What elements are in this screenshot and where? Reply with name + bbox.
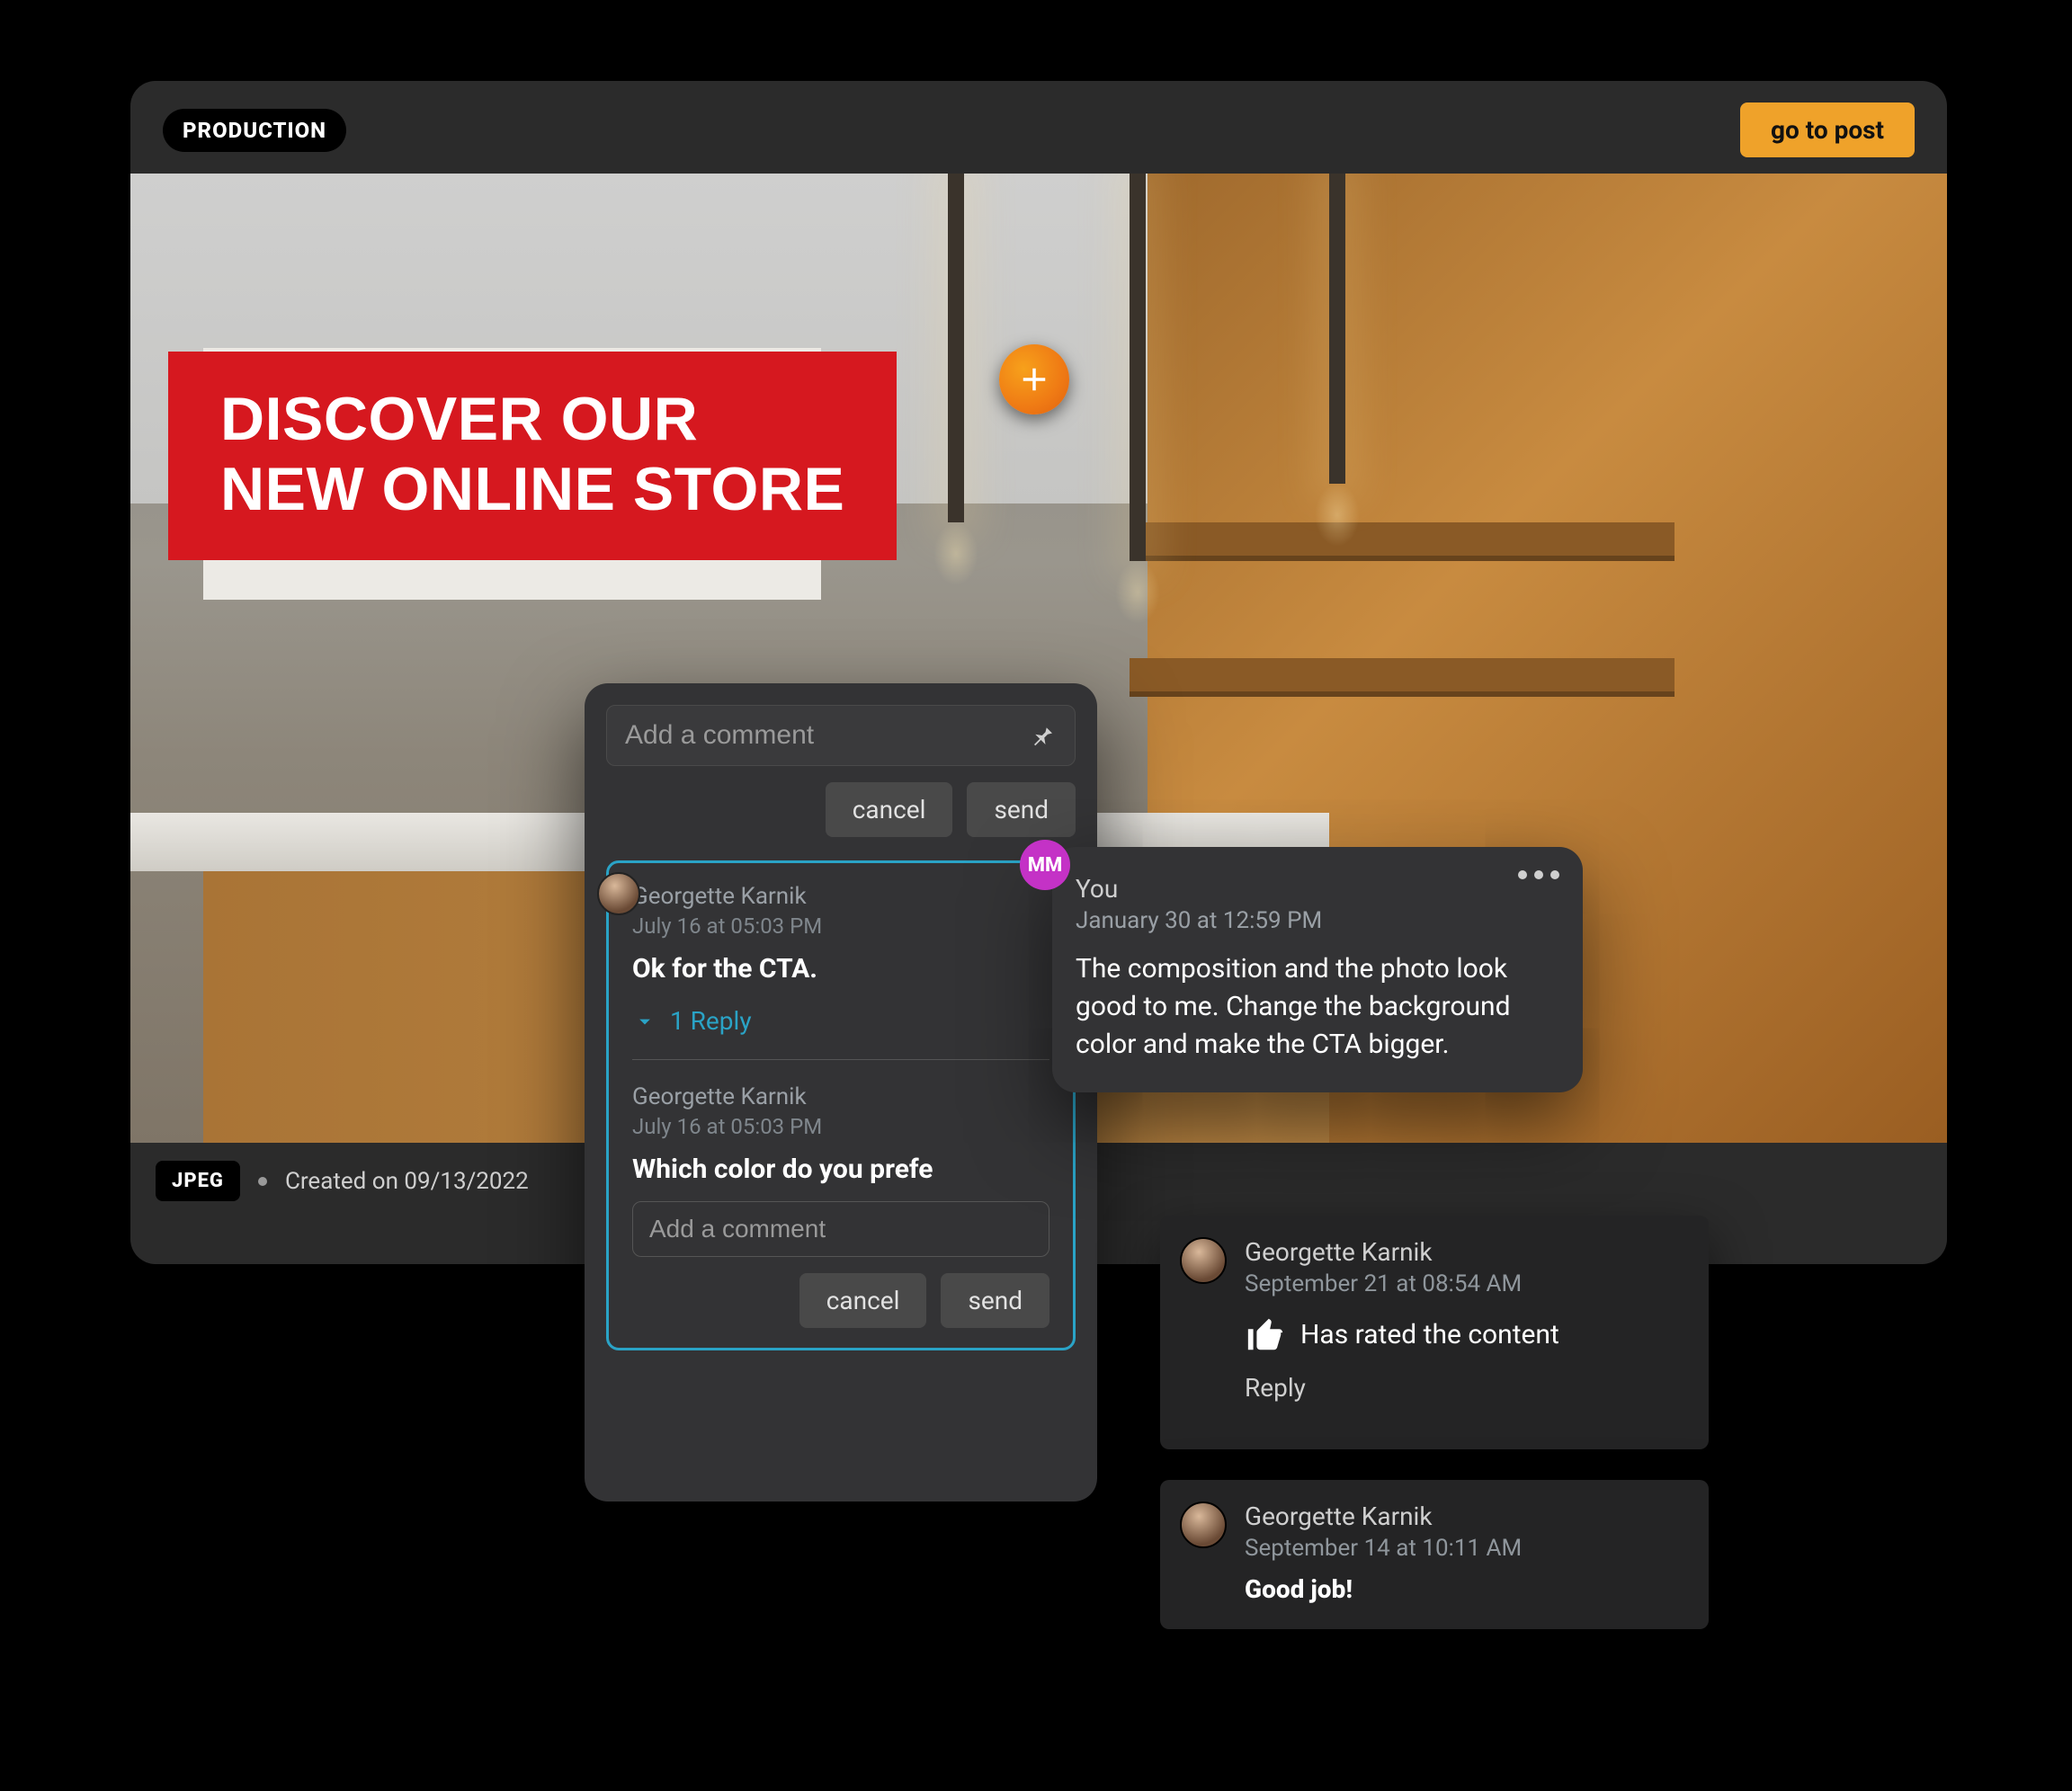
dot-separator bbox=[258, 1177, 267, 1186]
comment-author: Georgette Karnik bbox=[632, 1083, 1049, 1110]
comment-thread: Georgette Karnik July 16 at 05:03 PM Ok … bbox=[606, 860, 1076, 1350]
comment-text: Ok for the CTA. bbox=[632, 953, 1049, 985]
more-menu[interactable] bbox=[1518, 870, 1559, 879]
you-avatar: MM bbox=[1020, 840, 1070, 890]
comment-date: January 30 at 12:59 PM bbox=[1076, 907, 1559, 934]
comment-date: July 16 at 05:03 PM bbox=[632, 913, 1049, 939]
reply-cancel-button[interactable]: cancel bbox=[799, 1273, 927, 1328]
format-badge: JPEG bbox=[156, 1161, 240, 1201]
banner-line1: DISCOVER OUR bbox=[220, 384, 844, 454]
comment-input[interactable] bbox=[625, 720, 1015, 751]
reply-toggle[interactable]: 1 Reply bbox=[632, 1006, 1049, 1036]
thumbs-up-icon bbox=[1245, 1314, 1286, 1355]
chevron-down-icon bbox=[632, 1009, 657, 1034]
activity-text: Has rated the content bbox=[1300, 1319, 1559, 1350]
activity-author: Georgette Karnik bbox=[1245, 1237, 1684, 1267]
reply-link[interactable]: Reply bbox=[1245, 1373, 1684, 1403]
card-topbar: PRODUCTION go to post bbox=[130, 81, 1947, 174]
activity-date: September 14 at 10:11 AM bbox=[1245, 1535, 1684, 1562]
production-badge: PRODUCTION bbox=[163, 109, 346, 152]
comment-body: The composition and the photo look good … bbox=[1076, 950, 1559, 1064]
author-avatar bbox=[1180, 1501, 1227, 1548]
reply-compose bbox=[632, 1201, 1049, 1257]
created-date: Created on 09/13/2022 bbox=[285, 1168, 529, 1195]
review-comment: MM You January 30 at 12:59 PM The compos… bbox=[1052, 847, 1583, 1092]
comment-author: You bbox=[1076, 874, 1559, 904]
comment-text: Which color do you prefe bbox=[632, 1154, 1049, 1185]
activity-item: Georgette Karnik September 14 at 10:11 A… bbox=[1160, 1480, 1709, 1629]
activity-date: September 21 at 08:54 AM bbox=[1245, 1270, 1684, 1297]
banner-line2: NEW ONLINE STORE bbox=[220, 454, 844, 524]
go-to-post-button[interactable]: go to post bbox=[1740, 102, 1915, 157]
cancel-button[interactable]: cancel bbox=[826, 782, 953, 837]
pin-icon[interactable] bbox=[1030, 722, 1057, 749]
comment-date: July 16 at 05:03 PM bbox=[632, 1114, 1049, 1139]
plus-icon bbox=[1015, 361, 1053, 398]
reply-send-button[interactable]: send bbox=[941, 1273, 1049, 1328]
reply-count: 1 Reply bbox=[670, 1006, 752, 1036]
promo-banner: DISCOVER OUR NEW ONLINE STORE bbox=[168, 352, 897, 560]
activity-body: Good job! bbox=[1245, 1574, 1684, 1604]
author-avatar bbox=[597, 872, 640, 915]
comment-compose bbox=[606, 705, 1076, 766]
activity-author: Georgette Karnik bbox=[1245, 1501, 1684, 1531]
comment-author: Georgette Karnik bbox=[632, 883, 1049, 910]
comment-panel: cancel send Georgette Karnik July 16 at … bbox=[585, 683, 1097, 1501]
add-pin-button[interactable] bbox=[999, 344, 1069, 414]
activity-item: Georgette Karnik September 21 at 08:54 A… bbox=[1160, 1216, 1709, 1449]
reply-input[interactable] bbox=[649, 1215, 1032, 1243]
send-button[interactable]: send bbox=[967, 782, 1076, 837]
author-avatar bbox=[1180, 1237, 1227, 1284]
